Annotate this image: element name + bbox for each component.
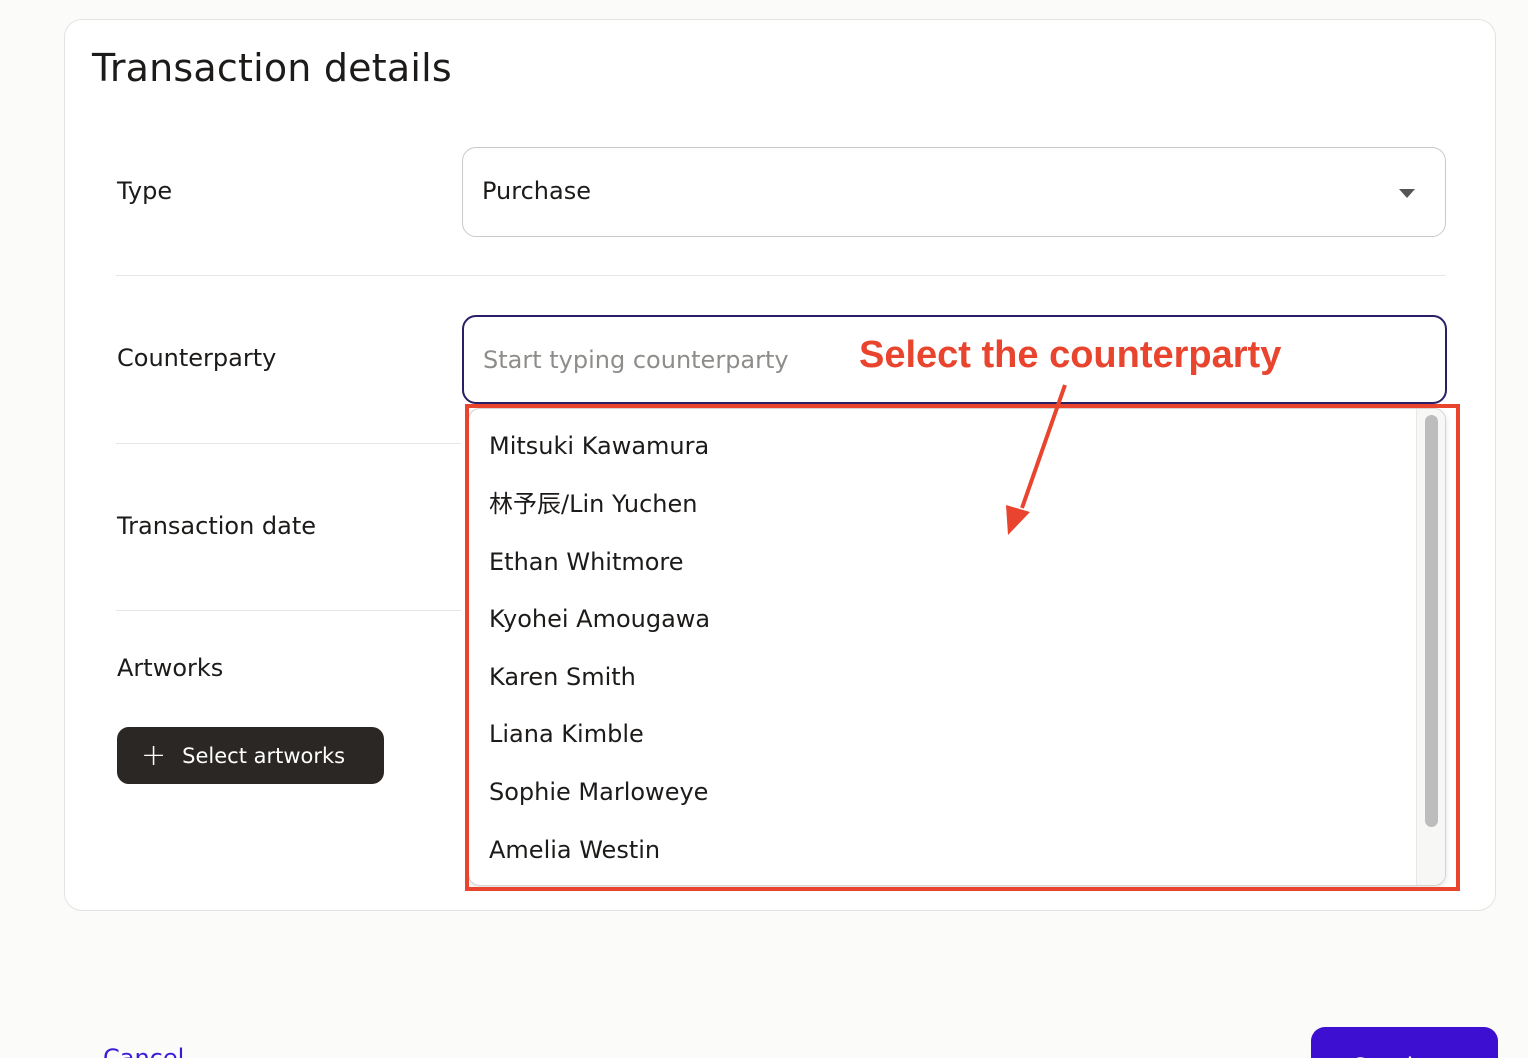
dropdown-scrollbar[interactable] bbox=[1416, 409, 1445, 885]
continue-button[interactable]: Continue bbox=[1311, 1027, 1498, 1058]
type-select-value: Purchase bbox=[482, 177, 591, 205]
counterparty-option[interactable]: Liana Kimble bbox=[489, 714, 1409, 754]
select-artworks-label: Select artworks bbox=[182, 743, 346, 768]
transaction-details-card: Transaction details Type Purchase Counte… bbox=[64, 19, 1496, 911]
type-label: Type bbox=[117, 177, 173, 205]
counterparty-dropdown: Mitsuki Kawamura 林予辰/Lin Yuchen Ethan Wh… bbox=[468, 408, 1446, 886]
counterparty-option[interactable]: Karen Smith bbox=[489, 657, 1409, 697]
select-artworks-button[interactable]: + Select artworks bbox=[117, 727, 384, 784]
divider bbox=[116, 610, 461, 611]
counterparty-option[interactable]: Kyohei Amougawa bbox=[489, 599, 1409, 639]
scrollbar-thumb[interactable] bbox=[1425, 415, 1438, 827]
annotation-label: Select the counterparty bbox=[859, 334, 1282, 376]
page: Transaction details Type Purchase Counte… bbox=[0, 0, 1528, 1058]
counterparty-option[interactable]: Amelia Westin bbox=[489, 830, 1409, 870]
counterparty-option[interactable]: Sophie Marloweye bbox=[489, 772, 1409, 812]
counterparty-option[interactable]: 林予辰/Lin Yuchen bbox=[489, 484, 1409, 524]
type-select[interactable]: Purchase bbox=[462, 147, 1446, 237]
caret-down-icon bbox=[1399, 189, 1415, 198]
divider bbox=[116, 275, 1446, 276]
cancel-link[interactable]: Cancel bbox=[103, 1044, 184, 1058]
counterparty-option[interactable]: Mitsuki Kawamura bbox=[489, 426, 1409, 466]
card-title: Transaction details bbox=[92, 46, 452, 90]
transaction-date-label: Transaction date bbox=[117, 512, 317, 540]
plus-icon: + bbox=[141, 737, 167, 773]
counterparty-label: Counterparty bbox=[117, 344, 277, 372]
divider bbox=[116, 443, 461, 444]
artworks-label: Artworks bbox=[117, 654, 224, 682]
counterparty-option[interactable]: Ethan Whitmore bbox=[489, 542, 1409, 582]
